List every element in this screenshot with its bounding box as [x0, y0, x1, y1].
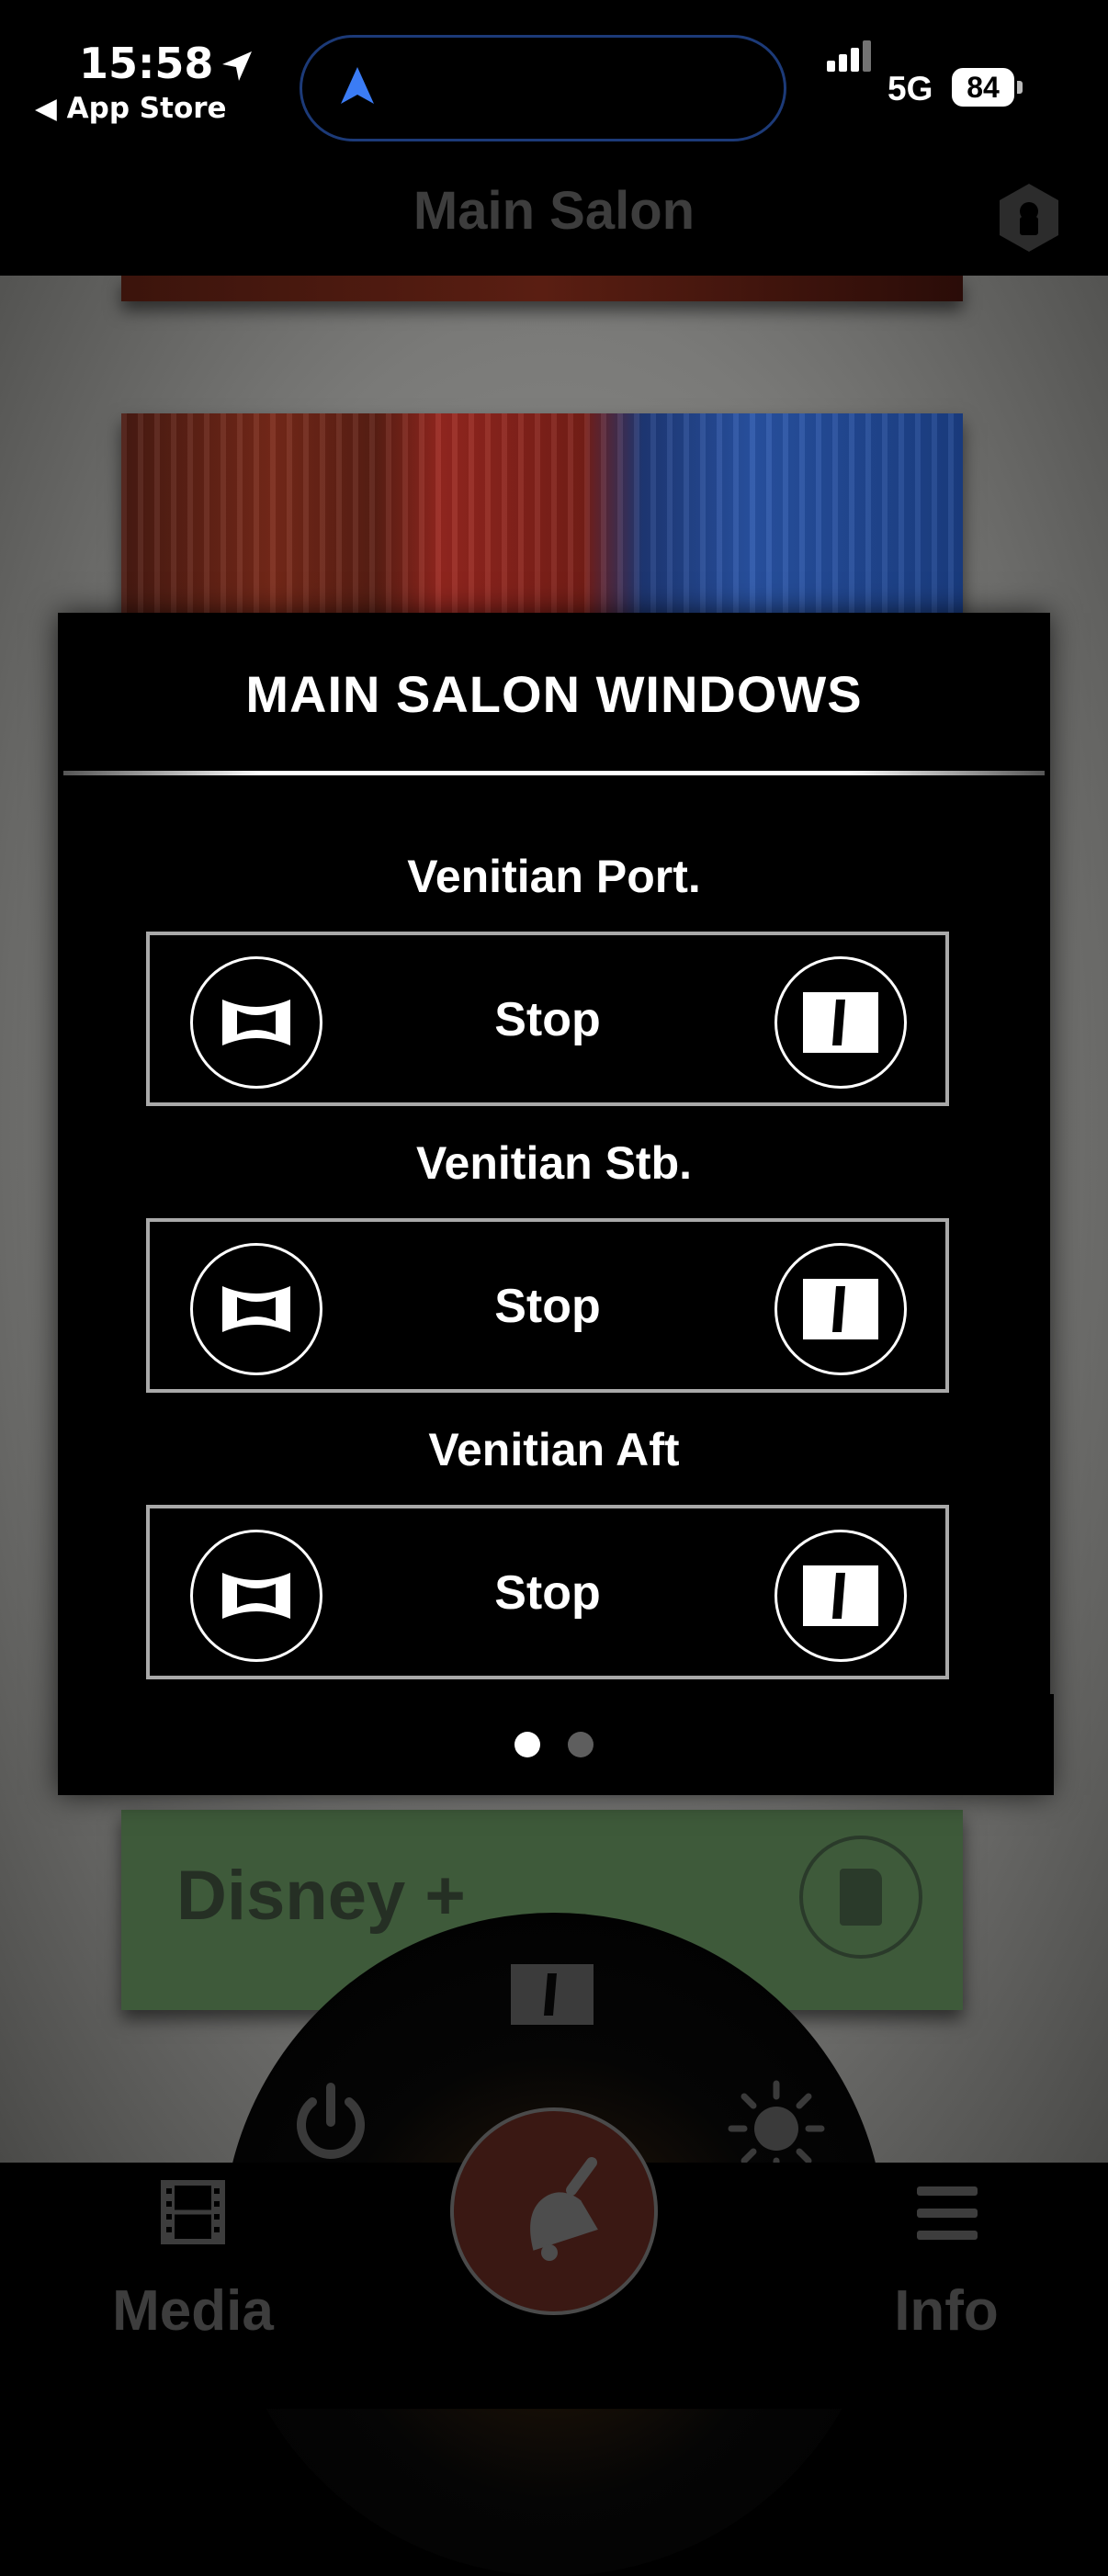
blind-down-button[interactable] [774, 956, 907, 1089]
page-dot-2[interactable] [568, 1732, 594, 1757]
battery-cap [1017, 81, 1023, 94]
modal-divider [63, 771, 1045, 775]
media-tile-partial[interactable] [121, 276, 963, 301]
document-icon [840, 1869, 882, 1926]
status-time: 15:58 [79, 39, 214, 88]
section-label-venitian-port: Venitian Port. [407, 851, 701, 902]
lock-icon[interactable] [996, 182, 1062, 254]
film-strip-icon [161, 2180, 225, 2244]
tab-info[interactable]: Info [845, 2172, 1047, 2356]
blind-down-button[interactable] [774, 1530, 907, 1662]
blinds-icon[interactable] [511, 1964, 594, 2025]
location-arrow-icon [222, 51, 252, 81]
blind-lower-icon [803, 992, 878, 1053]
section-label-venitian-aft: Venitian Aft [428, 1424, 680, 1475]
menu-icon [917, 2186, 978, 2240]
battery-indicator: 84 [952, 68, 1014, 107]
tab-info-label: Info [894, 2279, 999, 2343]
network-type: 5G [888, 70, 933, 107]
tab-media[interactable]: Media [92, 2172, 294, 2356]
windows-control-modal: MAIN SALON WINDOWS Venitian Port. Stop V… [58, 613, 1054, 1795]
dynamic-island[interactable] [300, 35, 786, 141]
control-row-venitian-stb: Stop [146, 1218, 949, 1393]
navigation-arrow-icon [341, 67, 374, 104]
page-title: Main Salon [413, 181, 695, 241]
back-to-app-store-link[interactable]: ◀ App Store [35, 92, 227, 125]
page-indicator[interactable] [58, 1732, 1050, 1759]
disney-plus-action-button[interactable] [799, 1836, 922, 1959]
tab-media-label: Media [112, 2279, 274, 2343]
blind-lower-icon [803, 1279, 878, 1339]
status-bar: 15:58 ◀ App Store 5G 84 Main Salon [0, 0, 1108, 252]
modal-title: MAIN SALON WINDOWS [245, 665, 863, 723]
page-dot-1[interactable] [514, 1732, 540, 1757]
disney-plus-label: Disney + [176, 1857, 466, 1935]
section-label-venitian-stb: Venitian Stb. [415, 1137, 693, 1189]
service-bell-button[interactable] [450, 2107, 658, 2315]
power-icon[interactable] [287, 2078, 375, 2166]
control-row-venitian-aft: Stop [146, 1505, 949, 1679]
bell-icon [530, 2157, 598, 2261]
blind-lower-icon [803, 1565, 878, 1626]
modal-edge [1050, 1694, 1054, 1795]
blind-down-button[interactable] [774, 1243, 907, 1375]
control-row-venitian-port: Stop [146, 932, 949, 1106]
